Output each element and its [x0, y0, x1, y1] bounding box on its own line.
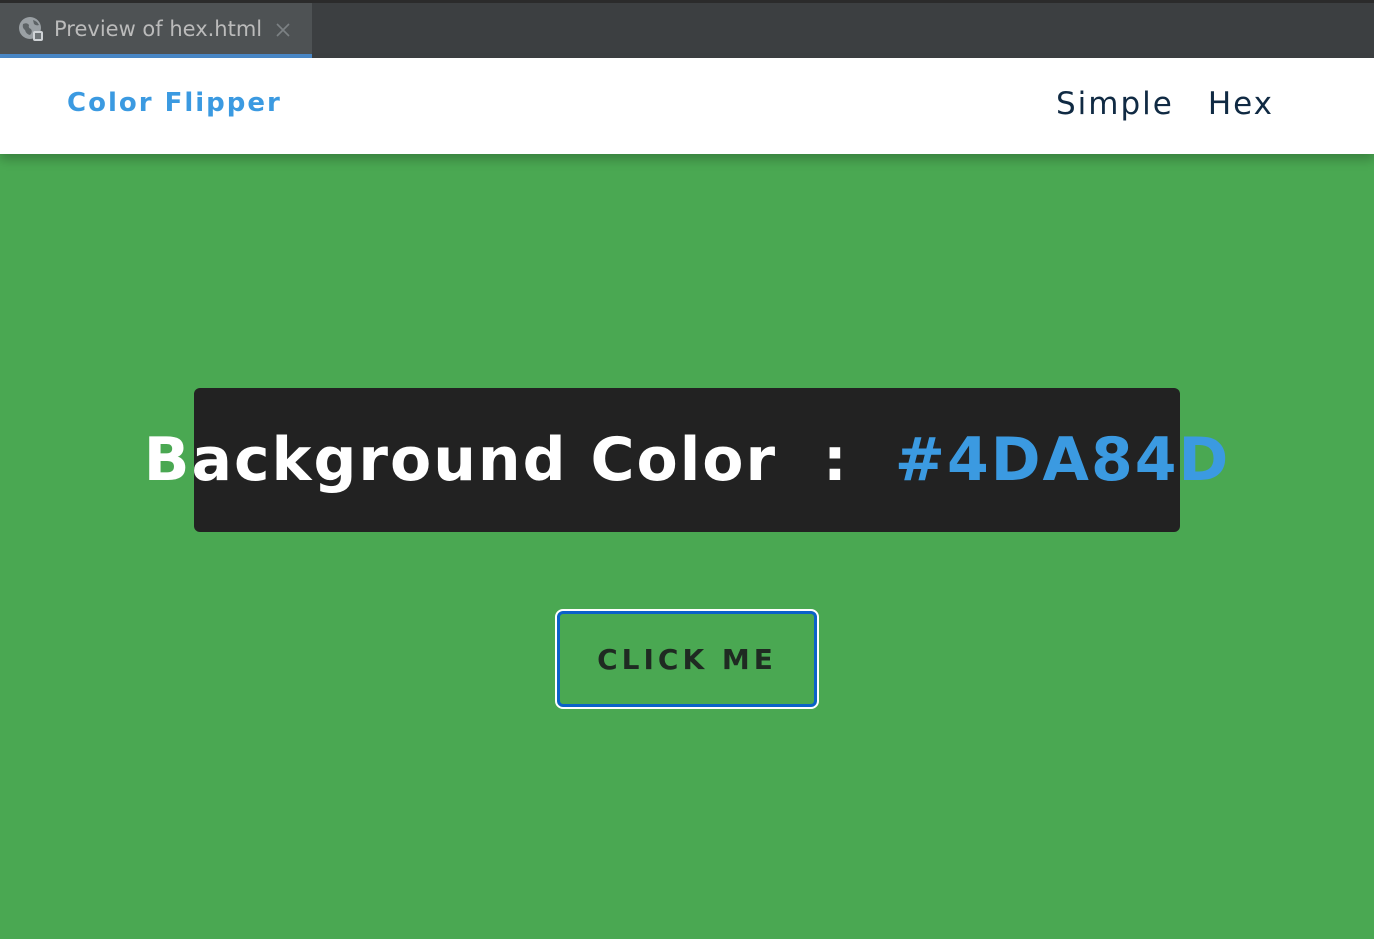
tab-title: Preview of hex.html — [54, 16, 263, 41]
close-icon[interactable] — [276, 22, 290, 37]
page: Preview of hex.html Color Flipper Simple… — [0, 0, 1374, 939]
navbar: Color Flipper Simple Hex — [0, 58, 1374, 154]
click-me-button[interactable]: CLICK ME — [555, 609, 819, 709]
preview-tab[interactable]: Preview of hex.html — [0, 3, 312, 58]
nav-link-hex[interactable]: Hex — [1208, 86, 1274, 122]
brand-link[interactable]: Color Flipper — [67, 88, 282, 118]
nav-link-simple[interactable]: Simple — [1056, 86, 1174, 122]
color-label: Background Color — [143, 425, 778, 495]
ide-tab-bar: Preview of hex.html — [0, 0, 1374, 58]
color-separator: : — [800, 425, 872, 495]
globe-icon — [18, 16, 44, 42]
nav-links: Simple Hex — [1056, 86, 1274, 122]
color-value: #4DA84D — [894, 425, 1231, 495]
color-display-box: Background Color : #4DA84D — [144, 388, 1228, 532]
color-heading: Background Color : #4DA84D — [144, 425, 1230, 495]
